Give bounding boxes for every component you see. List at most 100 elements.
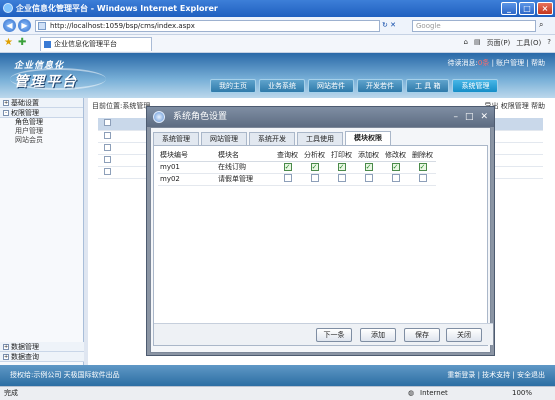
maximize-button[interactable]: □ <box>519 2 535 15</box>
module-name: 在线订购 <box>216 161 274 174</box>
module-id: my01 <box>158 161 216 174</box>
table-header-row: 模块编号 模块名 查询权 分析权 打印权 添加权 修改权 删除权 <box>158 149 436 162</box>
expand-icon: + <box>3 354 9 360</box>
footer-copyright: 授权给:示例公司 天极国际软件出品 <box>10 371 120 379</box>
print-icon[interactable]: ▤ <box>474 38 481 48</box>
dialog-body: 系统管理 网站管理 系统开发 工具使用 模块权限 模块编号 模块名 查询权 分析… <box>150 127 493 353</box>
search-icon[interactable]: ⌕ <box>539 20 543 30</box>
add-checkbox[interactable]: ✓ <box>364 163 373 171</box>
col-module-name: 模块名 <box>216 149 274 162</box>
module-name: 请假单管理 <box>216 173 274 186</box>
search-input[interactable]: Google <box>412 20 536 32</box>
tab-system-development[interactable]: 系统开发 <box>249 132 295 145</box>
minimize-button[interactable]: _ <box>501 2 517 15</box>
row-checkbox[interactable] <box>104 131 111 139</box>
save-button[interactable]: 保存 <box>404 328 440 342</box>
zoom-level[interactable]: 100% <box>512 387 532 400</box>
globe-icon: ◍ <box>408 389 415 397</box>
app-header: 企业信息化 管理平台 待读消息:0条 | 账户管理 | 帮助 我的主页 业务系统… <box>0 53 555 98</box>
main-nav: 我的主页 业务系统 网站若件 开发若件 工 具 箱 系统管理 <box>210 79 499 93</box>
module-id: my02 <box>158 173 216 186</box>
window-title-bar: 企业信息化管理平台 - Windows Internet Explorer _ … <box>0 0 555 17</box>
dialog-close-icon[interactable]: ✕ <box>480 107 488 127</box>
close-dialog-button[interactable]: 关闭 <box>446 328 482 342</box>
col-print: 打印权 <box>328 149 355 162</box>
add-button[interactable]: 添加 <box>360 328 396 342</box>
next-button[interactable]: 下一条 <box>316 328 352 342</box>
print-checkbox[interactable]: ✓ <box>337 163 346 171</box>
edit-checkbox[interactable] <box>391 174 400 182</box>
refresh-stop-icons[interactable]: ↻ ✕ <box>382 21 396 29</box>
nav-web-plugins[interactable]: 网站若件 <box>308 79 354 93</box>
dialog-icon <box>153 111 165 123</box>
select-all-checkbox[interactable] <box>104 119 111 127</box>
page-icon <box>38 22 46 30</box>
back-icon[interactable]: ◀ <box>3 19 16 32</box>
dialog-title: 系统角色设置 <box>173 112 228 122</box>
nav-toolbox[interactable]: 工 具 箱 <box>406 79 450 93</box>
dialog-minimize-icon[interactable]: – <box>453 107 458 127</box>
edit-checkbox[interactable]: ✓ <box>391 163 400 171</box>
dialog-title-bar[interactable]: 系统角色设置 – □ ✕ <box>147 107 494 127</box>
delete-checkbox[interactable]: ✓ <box>418 163 427 171</box>
print-checkbox[interactable] <box>337 174 346 182</box>
zone-text: Internet <box>420 389 448 397</box>
forward-icon[interactable]: ▶ <box>18 19 31 32</box>
page-menu[interactable]: 页面(P) <box>487 38 511 48</box>
sidebar-section-query[interactable]: + 数据查询 <box>0 352 84 362</box>
tab-module-permissions[interactable]: 模块权限 <box>345 131 391 145</box>
query-checkbox[interactable] <box>283 174 292 182</box>
home-icon[interactable]: ⌂ <box>464 38 468 48</box>
row-checkbox[interactable] <box>104 143 111 151</box>
delete-checkbox[interactable] <box>418 174 427 182</box>
sidebar-section-data[interactable]: + 数据管理 <box>0 342 84 352</box>
tab-system-management[interactable]: 系统管理 <box>153 132 199 145</box>
footer-links[interactable]: 重新登录 | 技术支持 | 安全退出 <box>447 365 545 386</box>
permissions-panel: 模块编号 模块名 查询权 分析权 打印权 添加权 修改权 删除权 my01 在线… <box>153 145 493 346</box>
account-links[interactable]: | 账户管理 | 帮助 <box>492 59 545 67</box>
notice-count[interactable]: 0条 <box>478 59 489 67</box>
nav-system[interactable]: 系统管理 <box>452 79 499 93</box>
col-delete: 删除权 <box>409 149 436 162</box>
col-module-id: 模块编号 <box>158 149 216 162</box>
favorites-bar: ★ ✚ 企业信息化管理平台 ⌂ ▤ 页面(P) 工具(O) ? <box>0 35 555 53</box>
row-checkbox[interactable] <box>104 167 111 175</box>
breadcrumb: 目前位置:系统管理 <box>92 102 151 110</box>
add-checkbox[interactable] <box>364 174 373 182</box>
favorites-star-icon[interactable]: ★ <box>4 37 13 48</box>
browser-tab[interactable]: 企业信息化管理平台 <box>40 37 152 51</box>
row-checkbox[interactable] <box>104 155 111 163</box>
nav-business[interactable]: 业务系统 <box>259 79 305 93</box>
tab-tool-usage[interactable]: 工具使用 <box>297 132 343 145</box>
query-checkbox[interactable]: ✓ <box>283 163 292 171</box>
help-menu[interactable]: ? <box>547 38 551 48</box>
tools-menu[interactable]: 工具(O) <box>516 38 541 48</box>
expand-icon: + <box>3 100 9 106</box>
analyze-checkbox[interactable]: ✓ <box>310 163 319 171</box>
sidebar-item-members[interactable]: 网站会员 <box>0 136 83 145</box>
sidebar: + 基础设置 - 权限管理 角色管理 用户管理 网站会员 + 数据管理 + 数据查询 <box>0 98 84 365</box>
col-edit: 修改权 <box>382 149 409 162</box>
app-footer: 授权给:示例公司 天极国际软件出品 重新登录 | 技术支持 | 安全退出 <box>0 365 555 386</box>
table-row: my01 在线订购 ✓ ✓ ✓ ✓ ✓ ✓ <box>158 161 436 174</box>
window-title: 企业信息化管理平台 - Windows Internet Explorer <box>16 4 218 13</box>
expand-icon: + <box>3 344 9 350</box>
dialog-footer: 下一条 添加 保存 关闭 <box>154 323 493 345</box>
nav-dev-plugins[interactable]: 开发若件 <box>357 79 403 93</box>
col-query: 查询权 <box>274 149 301 162</box>
dialog-tabs: 系统管理 网站管理 系统开发 工具使用 模块权限 <box>153 131 391 145</box>
close-button[interactable]: × <box>537 2 553 15</box>
role-settings-dialog: 系统角色设置 – □ ✕ 系统管理 网站管理 系统开发 工具使用 模块权限 模块… <box>146 106 495 356</box>
sidebar-item-roles[interactable]: 角色管理 <box>0 118 83 127</box>
dialog-maximize-icon[interactable]: □ <box>465 107 474 127</box>
analyze-checkbox[interactable] <box>310 174 319 182</box>
url-field[interactable]: http://localhost:1059/bsp/cms/index.aspx <box>35 20 380 32</box>
nav-home[interactable]: 我的主页 <box>210 79 256 93</box>
collapse-icon: - <box>3 110 9 116</box>
add-favorite-icon[interactable]: ✚ <box>18 37 26 48</box>
sidebar-section-permissions[interactable]: - 权限管理 <box>0 108 83 118</box>
tab-website-management[interactable]: 网站管理 <box>201 132 247 145</box>
address-bar: ◀ ▶ http://localhost:1059/bsp/cms/index.… <box>0 17 555 35</box>
sidebar-item-users[interactable]: 用户管理 <box>0 127 83 136</box>
sidebar-section-basic[interactable]: + 基础设置 <box>0 98 83 108</box>
